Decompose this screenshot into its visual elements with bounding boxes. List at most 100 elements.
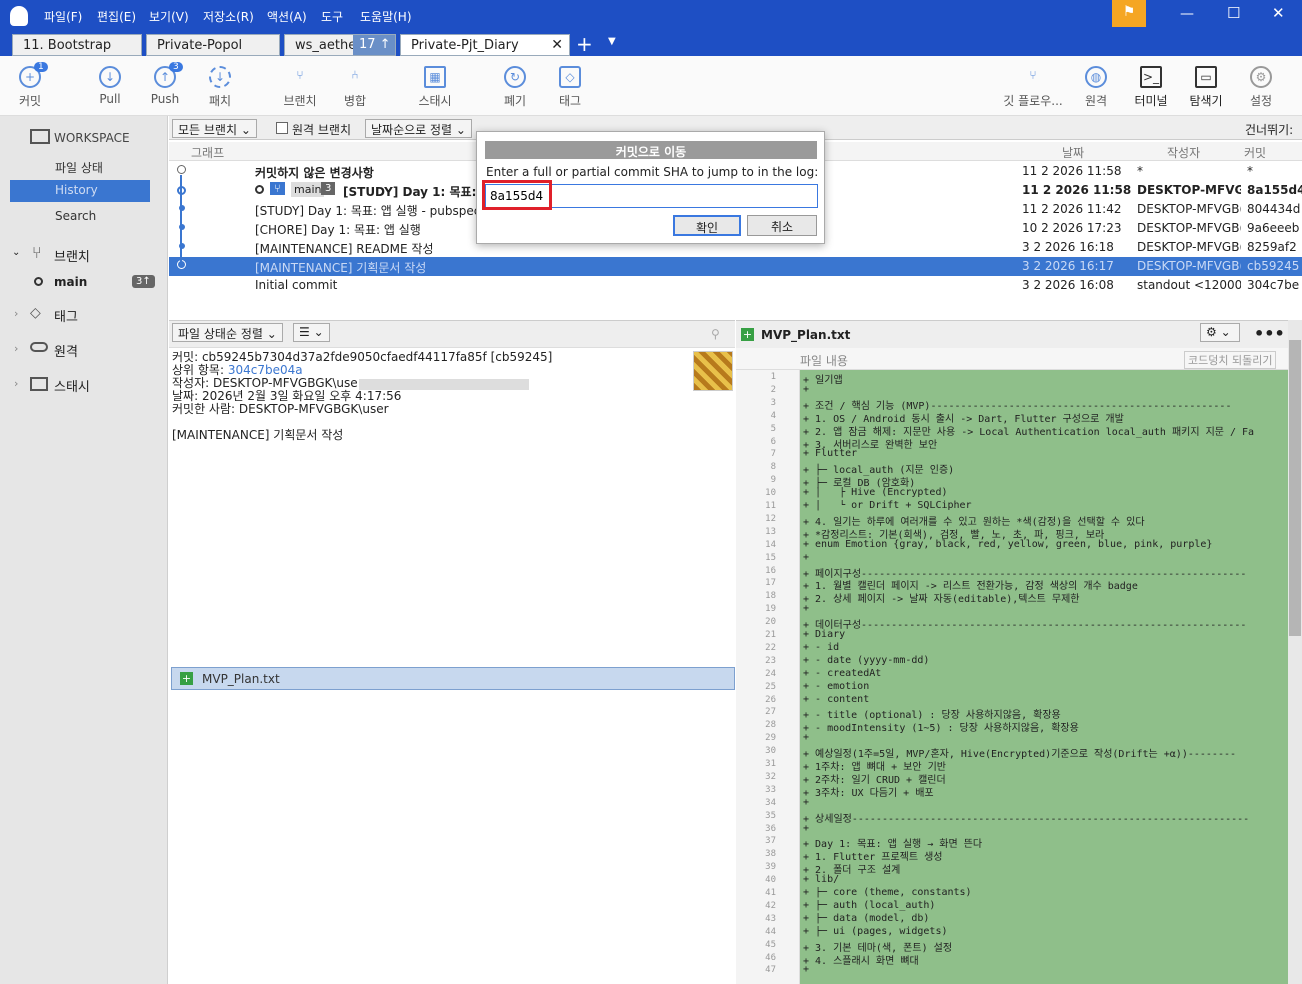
line-number: 34 (765, 797, 776, 808)
sidebar-section-tags[interactable]: 태그 (54, 306, 78, 325)
app-logo-icon (10, 6, 28, 26)
line-number: 45 (765, 939, 776, 950)
fetch-label: 패치 (208, 94, 232, 108)
diff-line: + (803, 551, 810, 563)
committer-label: 커밋한 사람: (172, 402, 236, 416)
chevron-down-icon[interactable]: ⌄ (12, 247, 20, 258)
add-tab-icon[interactable]: + (576, 32, 593, 56)
settings-button[interactable]: ⚙ 설정 (1231, 60, 1291, 109)
sidebar-item-file-status[interactable]: 파일 상태 (10, 156, 150, 178)
column-date[interactable]: 날짜 (1062, 144, 1084, 161)
sidebar-item-main[interactable]: main (54, 275, 87, 289)
menu-repository[interactable]: 저장소(R) (203, 8, 254, 25)
explorer-button[interactable]: ▭ 탐색기 (1176, 60, 1236, 109)
sort-dropdown[interactable]: 날짜순으로 정렬 ⌄ (365, 119, 472, 138)
push-button[interactable]: ↑ 3 Push (135, 60, 195, 106)
sidebar-item-search[interactable]: Search (10, 206, 150, 228)
remote-button[interactable]: ◍ 원격 (1066, 60, 1126, 109)
ahead-count-badge: 3 (321, 182, 336, 195)
table-row-selected[interactable]: [MAINTENANCE] 기획문서 작성 3 2 2026 16:17 DES… (169, 257, 1302, 276)
sidebar-section-stashes[interactable]: 스태시 (54, 376, 90, 395)
tab-ws-aether[interactable]: ws_aether 17 ↑ (284, 34, 396, 56)
tab-bootstrap[interactable]: 11. Bootstrap (12, 34, 142, 56)
diff-line: + (803, 732, 810, 744)
column-author[interactable]: 작성자 (1167, 144, 1200, 161)
fetch-button[interactable]: ↓ 패치 (190, 60, 250, 109)
diff-line: + ├─ core (theme, constants) (803, 887, 972, 898)
branch-filter-dropdown[interactable]: 모든 브랜치 ⌄ (172, 119, 257, 138)
changed-file-row[interactable]: + MVP_Plan.txt (171, 667, 735, 690)
sidebar-item-history[interactable]: History (10, 180, 150, 202)
stash-button[interactable]: ▦ 스태시 (405, 60, 465, 109)
chevron-right-icon[interactable]: › (14, 342, 18, 355)
sidebar-section-branches[interactable]: 브랜치 (54, 246, 90, 265)
diff-line: + Diary (803, 629, 846, 640)
push-badge: 3 (169, 62, 183, 72)
remote-branches-checkbox[interactable] (276, 122, 288, 134)
diff-line: + - emotion (803, 680, 870, 692)
discard-icon: ↻ (504, 66, 526, 88)
revert-hunk-button[interactable]: 코드덩치 되돌리기 (1184, 351, 1277, 369)
scroll-thumb[interactable] (1289, 340, 1301, 636)
ok-button[interactable]: 확인 (673, 215, 741, 236)
menu-help[interactable]: 도움말(H) (360, 8, 412, 25)
close-tab-icon[interactable]: ✕ (551, 37, 563, 53)
chevron-right-icon[interactable]: › (14, 377, 18, 390)
commit-date: 3 2 2026 16:08 (1022, 278, 1114, 292)
line-number: 20 (765, 617, 776, 628)
tab-private-pjt-diary[interactable]: Private-Pjt_Diary ✕ (400, 34, 570, 56)
cancel-button[interactable]: 취소 (747, 215, 817, 236)
view-mode-dropdown[interactable]: ☰ ⌄ (293, 323, 330, 342)
menu-file[interactable]: 파일(F) (44, 8, 82, 25)
line-number: 4 (770, 410, 776, 421)
terminal-button[interactable]: >_ 터미널 (1121, 60, 1181, 109)
commit-button[interactable]: +1 커밋 (0, 60, 60, 109)
close-window-icon[interactable]: ✕ (1272, 4, 1285, 22)
line-number: 33 (765, 784, 776, 795)
branch-icon: ⑂ (32, 243, 42, 262)
workspace-heading: WORKSPACE (54, 131, 130, 145)
tab-private-popol[interactable]: Private-Popol (146, 34, 280, 56)
gear-icon: ⚙ (1250, 66, 1272, 88)
maximize-icon[interactable]: ☐ (1227, 4, 1240, 22)
discard-button[interactable]: ↻ 폐기 (485, 60, 545, 109)
pull-button[interactable]: ↓ Pull (80, 60, 140, 106)
column-commit[interactable]: 커밋 (1244, 144, 1266, 161)
line-number: 12 (765, 513, 776, 524)
line-number: 30 (765, 746, 776, 757)
line-number: 27 (765, 707, 776, 718)
diff-line: + lib/ (803, 874, 840, 886)
menu-tools[interactable]: 도구 (321, 8, 343, 25)
merge-button[interactable]: ⑃ 병합 (325, 60, 385, 109)
sidebar-section-remotes[interactable]: 원격 (54, 341, 78, 360)
search-icon[interactable]: ⚲ (711, 327, 720, 341)
line-number: 7 (770, 449, 776, 460)
git-flow-button[interactable]: ⑂ 깃 플로우... (998, 60, 1068, 109)
chevron-right-icon[interactable]: › (14, 307, 18, 320)
branch-filter-label: 모든 브랜치 (178, 123, 238, 137)
commit-author: DESKTOP-MFVGE (1137, 183, 1241, 197)
line-number: 9 (770, 475, 776, 486)
diff-line: + │ └ or Drift + SQLCipher (803, 500, 972, 511)
sort-label: 날짜순으로 정렬 (371, 123, 453, 137)
menu-view[interactable]: 보기(V) (149, 8, 189, 25)
branch-button[interactable]: ⑂ 브랜치 (270, 60, 330, 109)
menu-action[interactable]: 액션(A) (267, 8, 307, 25)
line-number: 35 (765, 810, 776, 821)
minimize-icon[interactable]: — (1180, 6, 1194, 22)
table-row[interactable]: Initial commit 3 2 2026 16:08 standout <… (169, 276, 1302, 295)
file-sort-dropdown[interactable]: 파일 상태순 정렬 ⌄ (172, 323, 283, 342)
parent-link[interactable]: 304c7be04a (228, 363, 303, 377)
line-number: 37 (765, 836, 776, 847)
commit-date: 10 2 2026 17:23 (1022, 221, 1122, 235)
diff-scrollbar[interactable] (1288, 320, 1302, 984)
changed-file-name: MVP_Plan.txt (202, 672, 280, 686)
tag-button[interactable]: ◇ 태그 (540, 60, 600, 109)
line-number: 10 (765, 488, 776, 499)
more-icon[interactable]: ••• (1254, 324, 1285, 343)
diff-options-dropdown[interactable]: ⚙ ⌄ (1200, 323, 1240, 342)
flag-icon[interactable]: ⚑ (1112, 0, 1146, 27)
column-graph[interactable]: 그래프 (191, 144, 224, 161)
menu-edit[interactable]: 편집(E) (97, 8, 136, 25)
tab-list-dropdown-icon[interactable]: ▼ (608, 36, 616, 47)
